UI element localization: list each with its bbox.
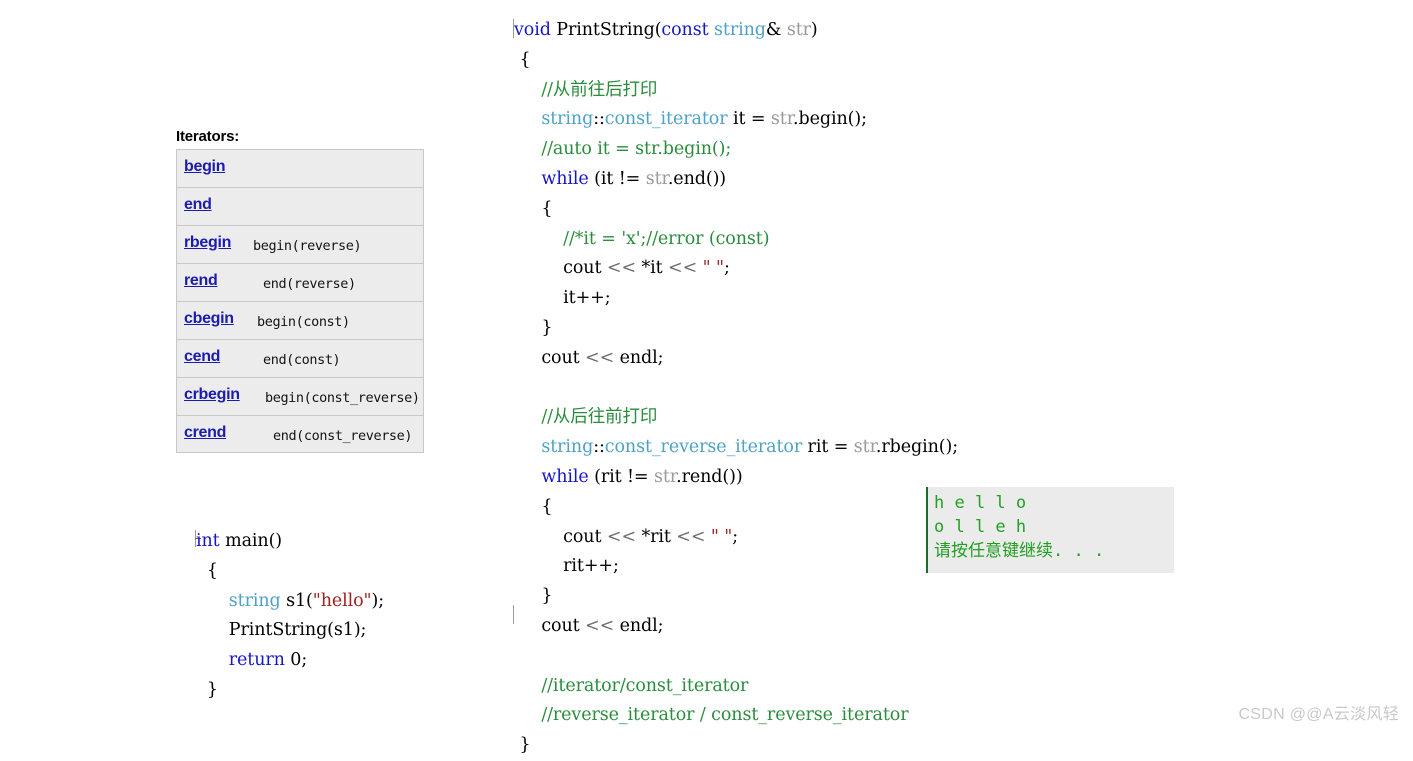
iterator-link-cend[interactable]: cend bbox=[184, 348, 220, 366]
iterator-link-crend[interactable]: crend bbox=[184, 424, 226, 442]
code-keyword-return: return bbox=[228, 650, 285, 671]
iterator-desc-rend: end(reverse) bbox=[263, 276, 356, 292]
code-keyword-int: int bbox=[196, 531, 220, 551]
code-type-string: string bbox=[714, 20, 766, 40]
iterator-row-rbegin[interactable]: rbegin begin(reverse) bbox=[176, 225, 424, 263]
code-param-str: str bbox=[786, 20, 811, 40]
code-comment-forward: //从前往后打印 bbox=[514, 79, 658, 100]
code-comment-backward: //从后往前打印 bbox=[514, 407, 658, 428]
code-keyword-void: void bbox=[514, 20, 551, 40]
page-title: Iterators: bbox=[176, 128, 240, 145]
iterator-link-begin[interactable]: begin bbox=[184, 158, 225, 176]
iterator-desc-cbegin: begin(const) bbox=[257, 314, 350, 330]
code-string-space-2: " " bbox=[705, 526, 733, 547]
iterator-desc-crbegin: begin(const_reverse) bbox=[265, 390, 420, 406]
iterator-link-end[interactable]: end bbox=[184, 196, 212, 214]
iterator-row-rend[interactable]: rend end(reverse) bbox=[176, 263, 424, 301]
code-string-space: " " bbox=[697, 258, 724, 279]
code-type-const-reverse-iterator: string bbox=[541, 437, 594, 458]
code-block-main[interactable]: int main() { string s1("hello"); PrintSt… bbox=[196, 527, 384, 706]
code-type-string-s1: string bbox=[228, 590, 281, 611]
code-comment-reverse-iterator-kinds: //reverse_iterator / const_reverse_itera… bbox=[514, 705, 909, 726]
iterator-row-begin[interactable]: begin bbox=[176, 149, 424, 187]
code-keyword-while: while bbox=[541, 168, 589, 189]
code-function-name: PrintString( bbox=[556, 20, 662, 40]
iterator-desc-crend: end(const_reverse) bbox=[273, 428, 413, 444]
code-comment-auto: //auto it = str.begin(); bbox=[514, 139, 732, 160]
console-output-window: h e l l o o l l e h 请按任意键继续. . . bbox=[926, 487, 1174, 573]
code-call-printstring: PrintString(s1); bbox=[196, 620, 367, 641]
iterator-link-cbegin[interactable]: cbegin bbox=[184, 310, 234, 328]
iterator-desc-rbegin: begin(reverse) bbox=[253, 238, 362, 254]
iterator-row-cbegin[interactable]: cbegin begin(const) bbox=[176, 301, 424, 339]
iterator-link-rend[interactable]: rend bbox=[184, 272, 218, 290]
code-keyword-const: const bbox=[661, 20, 709, 40]
iterator-row-crbegin[interactable]: crbegin begin(const_reverse) bbox=[176, 377, 424, 415]
code-keyword-while-2: while bbox=[541, 466, 589, 487]
iterator-row-end[interactable]: end bbox=[176, 187, 424, 225]
code-block-printstring[interactable]: void PrintString(const string& str) { //… bbox=[514, 16, 958, 761]
code-comment-error-const: //*it = 'x';//error (const) bbox=[514, 228, 770, 249]
iterator-link-rbegin[interactable]: rbegin bbox=[184, 234, 231, 252]
code-string-hello: "hello" bbox=[312, 590, 372, 611]
iterator-desc-cend: end(const) bbox=[263, 352, 341, 368]
watermark: CSDN @@A云淡风轻 bbox=[1238, 706, 1399, 723]
iterator-row-crend[interactable]: crend end(const_reverse) bbox=[176, 415, 424, 453]
code-type-string-const-iterator: string bbox=[541, 109, 594, 130]
iterator-row-cend[interactable]: cend end(const) bbox=[176, 339, 424, 377]
code-comment-iterator-kinds: //iterator/const_iterator bbox=[514, 675, 749, 696]
iterator-link-crbegin[interactable]: crbegin bbox=[184, 386, 240, 404]
iterators-panel: Iterators: begin end rbegin begin(revers… bbox=[176, 128, 476, 453]
code-function-main: main() bbox=[219, 531, 283, 551]
